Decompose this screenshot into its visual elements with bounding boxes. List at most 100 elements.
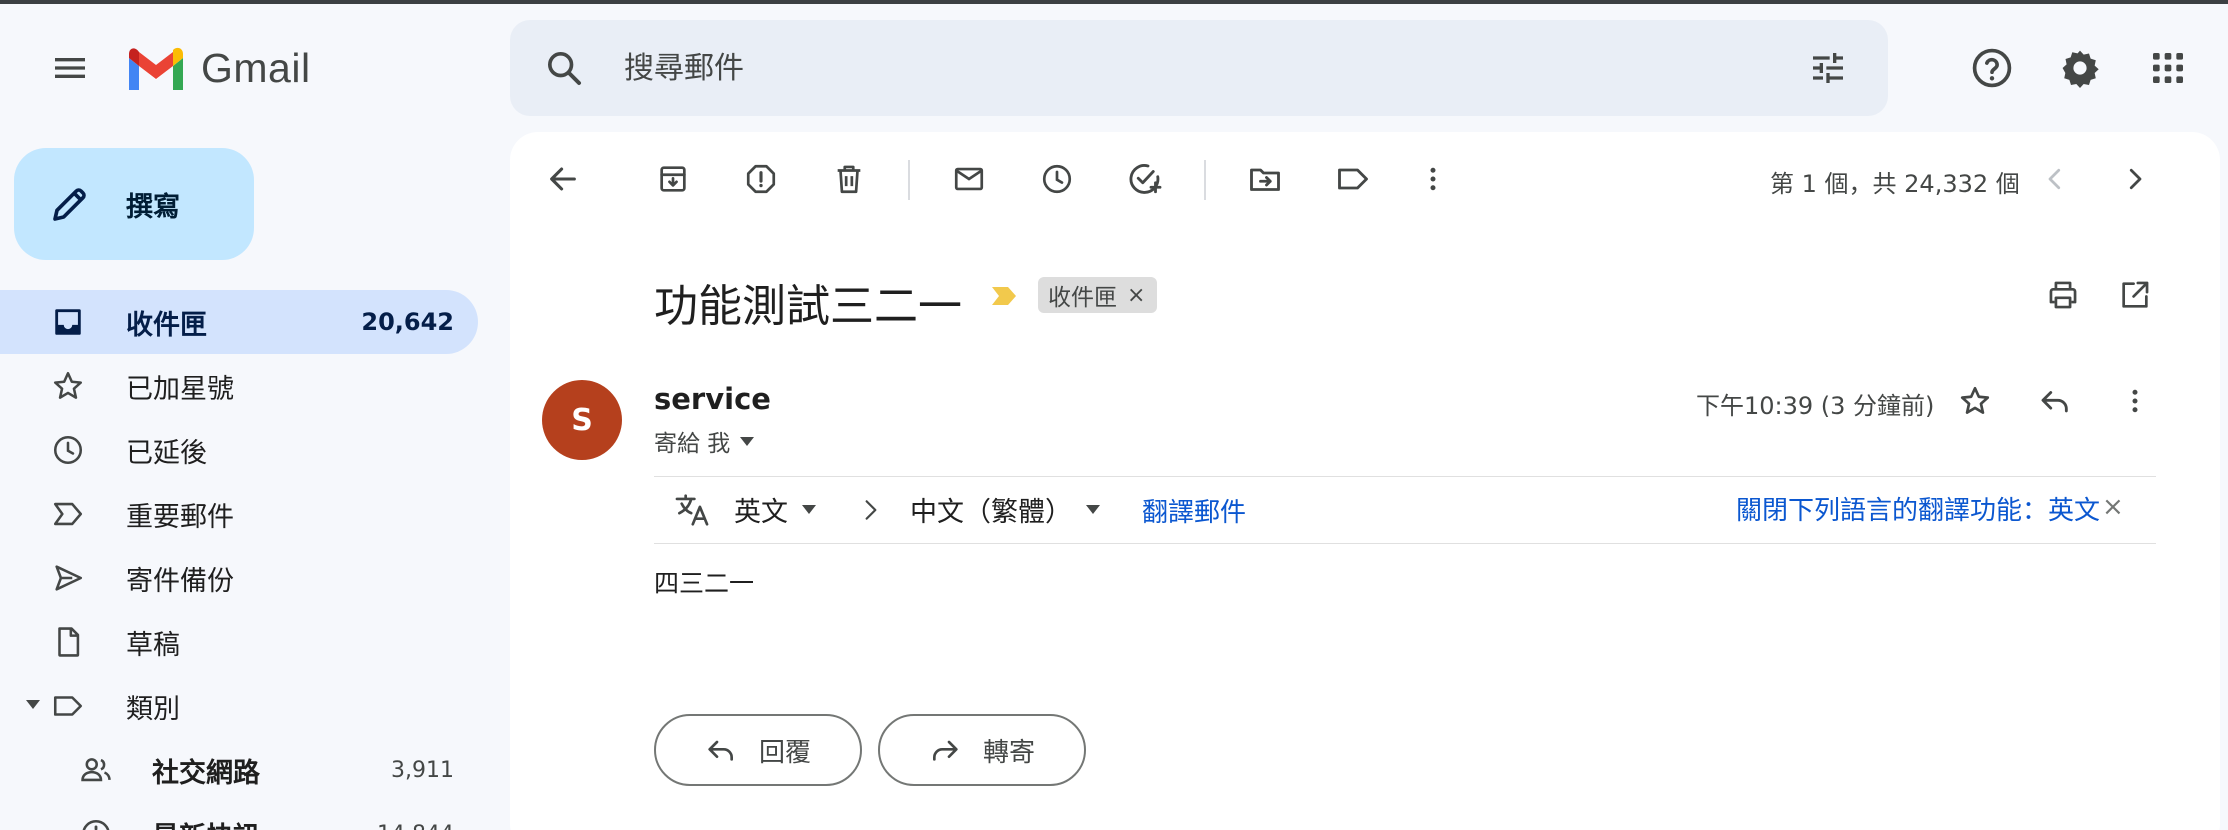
gmail-logo[interactable]: Gmail [125, 40, 311, 96]
open-in-new-icon [2122, 281, 2149, 308]
archive-icon [660, 166, 686, 192]
reply-label: 回覆 [758, 737, 811, 768]
recipient-text: 寄給 我 [654, 431, 731, 457]
more-vert-icon [2132, 389, 2138, 413]
sidebar-item-important[interactable]: 重要郵件 [0, 482, 478, 546]
target-language-select[interactable]: 中文（繁體） [910, 490, 1100, 529]
hamburger-menu-icon [55, 58, 85, 78]
remove-label-button[interactable]: × [1127, 283, 1145, 308]
translate-message-link[interactable]: 翻譯郵件 [1142, 492, 1246, 529]
labels-button[interactable] [1324, 150, 1382, 208]
trash-icon [837, 165, 861, 194]
turn-off-translation-link[interactable]: 關閉下列語言的翻譯功能：英文 [1736, 490, 2100, 527]
settings-button[interactable] [2050, 38, 2110, 98]
sidebar-item-label: 草稿 [126, 629, 180, 661]
move-to-button[interactable] [1236, 150, 1294, 208]
sidebar-item-drafts[interactable]: 草稿 [0, 610, 478, 674]
sidebar-item-label: 重要郵件 [126, 501, 234, 533]
archive-button[interactable] [644, 150, 702, 208]
more-actions-button[interactable] [1404, 150, 1462, 208]
star-message-button[interactable] [1946, 372, 2004, 430]
google-apps-button[interactable] [2138, 38, 2198, 98]
forward-pill-button[interactable]: 轉寄 [878, 714, 1086, 786]
tune-icon [1813, 53, 1843, 83]
open-new-window-button[interactable] [2106, 266, 2164, 324]
sidebar-item-categories[interactable]: 類別 [0, 674, 478, 738]
sidebar-item-sent[interactable]: 寄件備份 [0, 546, 478, 610]
gmail-m-icon [129, 47, 183, 90]
add-task-icon [1129, 164, 1162, 194]
sender-avatar[interactable]: S [542, 380, 622, 460]
arrow-back-icon [550, 167, 576, 191]
snooze-button[interactable] [1028, 150, 1086, 208]
toolbar-divider [908, 160, 910, 200]
reply-pill-button[interactable]: 回覆 [654, 714, 862, 786]
reply-button[interactable] [2026, 372, 2084, 430]
main-menu-button[interactable] [42, 40, 98, 96]
message-timestamp: 下午10:39 (3 分鐘前) [1696, 392, 1935, 420]
print-all-button[interactable] [2034, 266, 2092, 324]
sidebar-item-inbox[interactable]: 收件匣 20,642 [0, 290, 478, 354]
sidebar-item-count: 3,911 [391, 757, 454, 783]
gear-icon [2062, 50, 2099, 88]
info-icon [78, 816, 114, 830]
message-more-button[interactable] [2106, 372, 2164, 430]
search-bar [510, 20, 1888, 116]
forward-icon [932, 740, 958, 761]
newer-button[interactable] [2026, 150, 2084, 208]
report-icon [746, 164, 776, 194]
mark-unread-button[interactable] [940, 150, 998, 208]
support-button[interactable] [1962, 38, 2022, 98]
sender-name[interactable]: service [654, 382, 771, 416]
star-icon [50, 368, 86, 404]
sidebar-item-starred[interactable]: 已加星號 [0, 354, 478, 418]
sidebar-item-label: 已加星號 [126, 373, 234, 405]
expand-caret-icon[interactable] [26, 700, 40, 709]
star-icon [1960, 386, 1990, 414]
report-spam-button[interactable] [732, 150, 790, 208]
chevron-down-icon [802, 505, 816, 514]
chevron-down-icon [1086, 505, 1100, 514]
close-translation-button[interactable]: × [2102, 492, 2124, 522]
help-icon [1972, 48, 2012, 88]
label-icon [1338, 168, 1368, 190]
message-subject: 功能測試三二一 [654, 281, 962, 332]
sidebar-item-label: 寄件備份 [126, 565, 234, 597]
inbox-icon [50, 304, 86, 340]
sidebar-item-label: 收件匣 [126, 309, 207, 341]
draft-icon [50, 624, 86, 660]
label-important-icon [50, 496, 86, 532]
search-options-button[interactable] [1804, 44, 1852, 92]
sidebar-item-count: 14,844 [377, 822, 454, 830]
sidebar-item-updates[interactable]: 最新快訊 14,844 [0, 802, 478, 830]
sidebar-item-social[interactable]: 社交網路 3,911 [0, 738, 478, 802]
source-language-select[interactable]: 英文 [734, 490, 816, 529]
search-input[interactable] [624, 42, 1724, 94]
sidebar-item-label: 最新快訊 [152, 815, 260, 830]
mail-icon [954, 167, 984, 191]
print-icon [2049, 281, 2077, 309]
app-name: Gmail [201, 44, 311, 91]
older-button[interactable] [2106, 150, 2164, 208]
sidebar-item-count: 20,642 [361, 308, 454, 336]
compose-button[interactable]: 撰寫 [14, 148, 254, 260]
window-top-border [0, 0, 2228, 4]
label-icon [50, 688, 86, 724]
back-to-inbox-button[interactable] [534, 150, 592, 208]
forward-label: 轉寄 [982, 737, 1035, 768]
sidebar-item-label: 已延後 [126, 437, 207, 469]
importance-marker-icon[interactable] [990, 285, 1018, 307]
pagination-text: 第 1 個，共 24,332 個 [1770, 170, 2020, 198]
recipient-details[interactable]: 寄給 我 [654, 424, 755, 458]
add-to-tasks-button[interactable] [1116, 150, 1174, 208]
sidebar-item-label: 社交網路 [152, 757, 260, 789]
send-icon [50, 560, 86, 596]
delete-button[interactable] [820, 150, 878, 208]
chevron-right-icon [856, 492, 886, 528]
chevron-down-icon [740, 436, 755, 446]
search-button[interactable] [540, 44, 588, 92]
toolbar-divider [1204, 160, 1206, 200]
sidebar-item-label: 類別 [126, 693, 180, 725]
sidebar-item-snoozed[interactable]: 已延後 [0, 418, 478, 482]
more-vert-icon [1430, 167, 1436, 191]
